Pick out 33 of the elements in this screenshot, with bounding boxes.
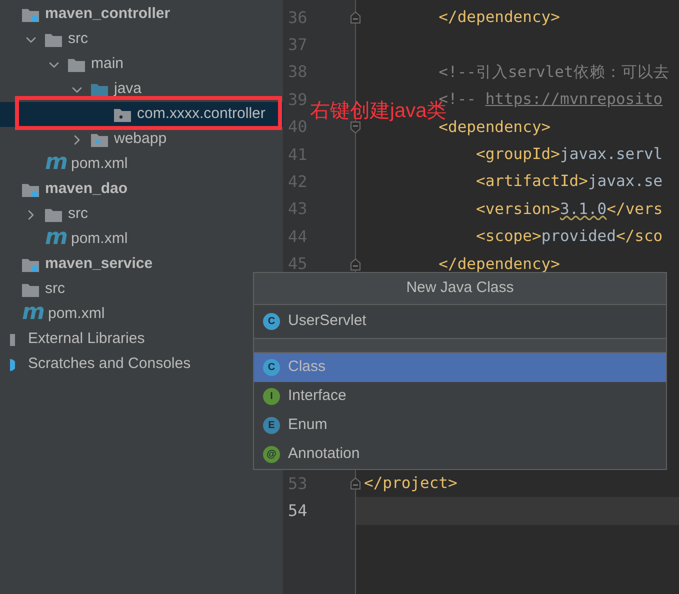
- class-icon: C: [263, 313, 280, 330]
- tree-item-label: External Libraries: [28, 329, 145, 350]
- tree-item-label: pom.xml: [48, 304, 105, 324]
- tree-item-label: maven_service: [45, 254, 153, 274]
- dialog-title: New Java Class: [406, 278, 514, 298]
- code-text: <artifactId>javax.se: [476, 171, 663, 192]
- tree-item-label: maven_controller: [45, 4, 170, 24]
- code-text: </dependency>: [438, 7, 560, 28]
- code-text: <!--引入servlet依赖：可以去: [438, 62, 670, 83]
- annotation-icon: @: [263, 446, 280, 463]
- code-text: <groupId>javax.servl: [476, 144, 663, 166]
- tree-item-label: java: [114, 79, 142, 100]
- tree-item-label: pom.xml: [71, 229, 128, 250]
- code-text: </project>: [364, 472, 458, 494]
- code-text: <version>3.1.0</vers: [476, 198, 663, 220]
- code-text: <scope>provided</sco: [476, 226, 663, 248]
- maven-file-icon: m: [45, 227, 65, 249]
- interface-icon: I: [263, 388, 280, 405]
- maven-file-icon: m: [45, 152, 65, 174]
- maven-file-icon: m: [22, 302, 42, 324]
- tree-item-label: pom.xml: [71, 154, 128, 174]
- enum-icon: E: [263, 417, 280, 434]
- class-icon: C: [263, 359, 280, 376]
- line-number: 54: [288, 500, 308, 522]
- tree-item-label: Scratches and Consoles: [28, 354, 191, 374]
- tree-item-label: webapp: [114, 129, 167, 150]
- code-text: </dependency>: [438, 254, 560, 275]
- tree-item-label: src: [45, 279, 65, 300]
- tree-item-label: main: [91, 54, 124, 74]
- tree-item-label: maven_dao: [45, 179, 128, 200]
- tree-item-label: src: [68, 29, 88, 50]
- tree-item-label: src: [68, 204, 88, 224]
- tree-item-label: com.xxxx.controller: [137, 104, 266, 124]
